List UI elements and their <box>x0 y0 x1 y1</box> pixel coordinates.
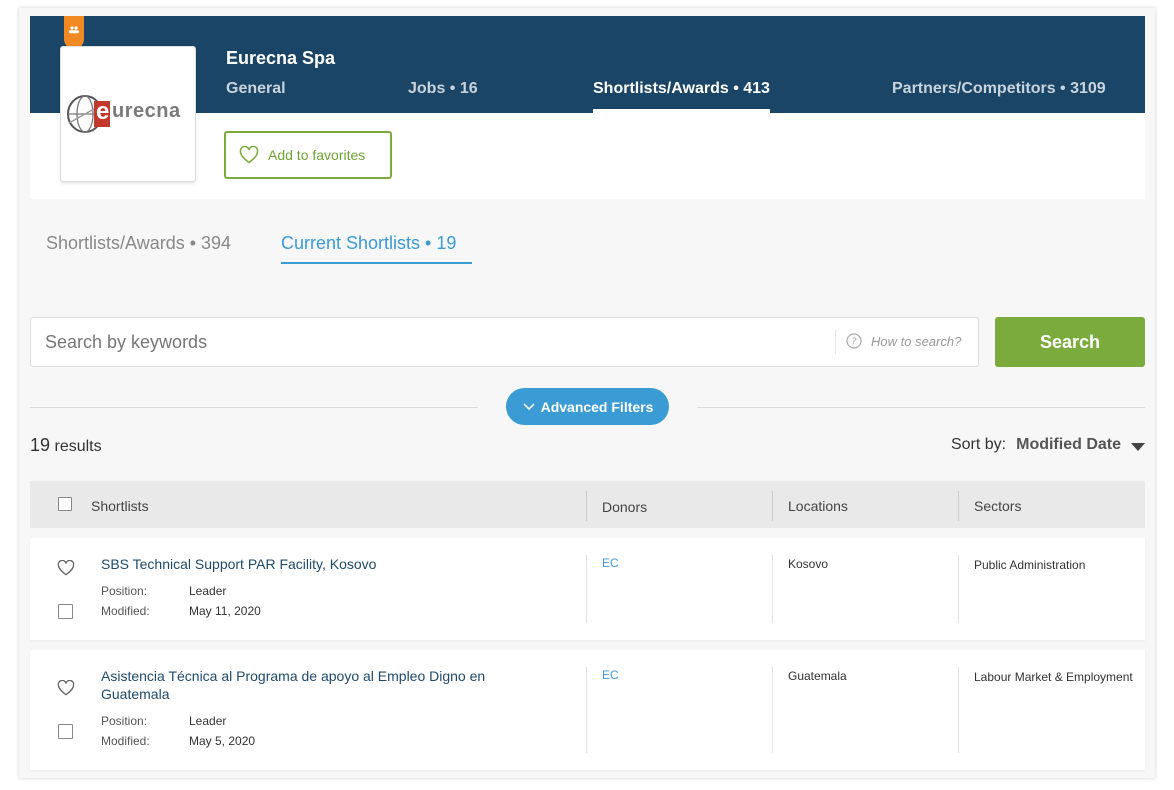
svg-text:?: ? <box>851 337 857 348</box>
results-label: results <box>54 438 102 455</box>
filters-divider-right <box>697 407 1145 408</box>
results-number: 19 <box>30 435 51 455</box>
add-to-favorites-button[interactable]: Add to favorites <box>224 131 392 179</box>
advanced-filters-button[interactable]: Advanced Filters <box>506 388 669 425</box>
modified-field: Modified: May 5, 2020 <box>101 734 255 748</box>
filters-divider-left <box>30 407 478 408</box>
add-to-favorites-label: Add to favorites <box>268 147 366 163</box>
tab-shortlists-awards[interactable]: Shortlists/Awards • 413 <box>593 80 770 98</box>
company-name: Eurecna Spa <box>226 48 336 68</box>
company-profile-card: e urecna Eurecna Spa General Jobs • 16 S… <box>19 8 1155 778</box>
how-to-search-label: How to search? <box>871 333 962 349</box>
advanced-filters-label: Advanced Filters <box>540 398 654 415</box>
modified-field: Modified: May 11, 2020 <box>101 604 261 618</box>
column-header-sectors[interactable]: Sectors <box>974 498 1021 514</box>
search-button[interactable]: Search <box>995 317 1145 367</box>
shortlist-title-link[interactable]: SBS Technical Support PAR Facility, Koso… <box>101 555 531 573</box>
caret-down-icon[interactable] <box>1131 442 1145 451</box>
help-icon: ? <box>846 333 862 349</box>
column-separator <box>772 667 773 753</box>
modified-label: Modified: <box>101 604 150 618</box>
heart-icon[interactable] <box>57 680 75 696</box>
subtab-current-shortlists[interactable]: Current Shortlists • 19 <box>281 233 456 254</box>
sort-select[interactable]: Modified Date <box>1016 436 1121 454</box>
location-value: Kosovo <box>788 557 829 571</box>
sort-label: Sort by: <box>950 436 1007 453</box>
modified-value: May 11, 2020 <box>189 604 261 618</box>
modified-label: Modified: <box>101 734 150 748</box>
position-value: Leader <box>189 584 227 598</box>
heart-icon[interactable] <box>57 560 75 576</box>
column-separator <box>958 667 959 753</box>
tab-partners-competitors[interactable]: Partners/Competitors • 3109 <box>892 80 1106 98</box>
select-all-checkbox[interactable] <box>58 497 72 511</box>
company-header-lower <box>30 113 1145 199</box>
column-header-donors[interactable]: Donors <box>602 499 647 515</box>
column-separator <box>958 555 959 623</box>
group-icon <box>69 26 79 34</box>
badge-ribbon <box>64 16 84 49</box>
column-separator <box>958 491 959 521</box>
chevron-down-icon <box>523 402 535 410</box>
search-box: ? How to search? <box>30 317 979 367</box>
donor-link[interactable]: EC <box>602 556 619 570</box>
sort-control: Sort by: Modified Date <box>951 436 1145 454</box>
position-label: Position: <box>101 584 148 598</box>
table-row: SBS Technical Support PAR Facility, Koso… <box>30 538 1145 640</box>
sector-value: Public Administration <box>974 558 1086 572</box>
sector-value: Labour Market & Employment <box>974 670 1133 684</box>
row-checkbox[interactable] <box>58 604 73 619</box>
logo-letter: e <box>96 98 110 125</box>
logo-text: urecna <box>112 100 181 122</box>
company-logo: e urecna <box>60 46 196 182</box>
position-field: Position: Leader <box>101 714 226 728</box>
row-checkbox[interactable] <box>58 724 73 739</box>
location-value: Guatemala <box>788 669 847 683</box>
heart-icon <box>239 146 259 164</box>
column-separator <box>772 491 773 521</box>
subtab-indicator <box>281 262 472 264</box>
position-value: Leader <box>189 714 227 728</box>
column-separator <box>586 555 587 623</box>
subtab-shortlists-awards[interactable]: Shortlists/Awards • 394 <box>46 233 231 254</box>
column-separator <box>772 555 773 623</box>
search-divider <box>835 330 836 354</box>
search-input[interactable] <box>31 318 831 366</box>
results-count: 19 results <box>30 435 102 456</box>
table-row: Asistencia Técnica al Programa de apoyo … <box>30 650 1145 770</box>
how-to-search-link[interactable]: ? How to search? <box>846 333 961 349</box>
tab-general[interactable]: General <box>226 80 286 98</box>
position-field: Position: Leader <box>101 584 226 598</box>
tab-jobs[interactable]: Jobs • 16 <box>408 80 478 98</box>
table-header: Shortlists Donors Locations Sectors <box>30 481 1145 528</box>
donor-link[interactable]: EC <box>602 668 619 682</box>
company-header <box>30 16 1145 121</box>
column-header-shortlists[interactable]: Shortlists <box>91 498 149 514</box>
column-separator <box>586 667 587 753</box>
position-label: Position: <box>101 714 148 728</box>
modified-value: May 5, 2020 <box>189 734 256 748</box>
column-separator <box>586 491 587 521</box>
shortlist-title-link[interactable]: Asistencia Técnica al Programa de apoyo … <box>101 667 531 703</box>
active-tab-indicator <box>593 109 770 113</box>
column-header-locations[interactable]: Locations <box>788 498 848 514</box>
